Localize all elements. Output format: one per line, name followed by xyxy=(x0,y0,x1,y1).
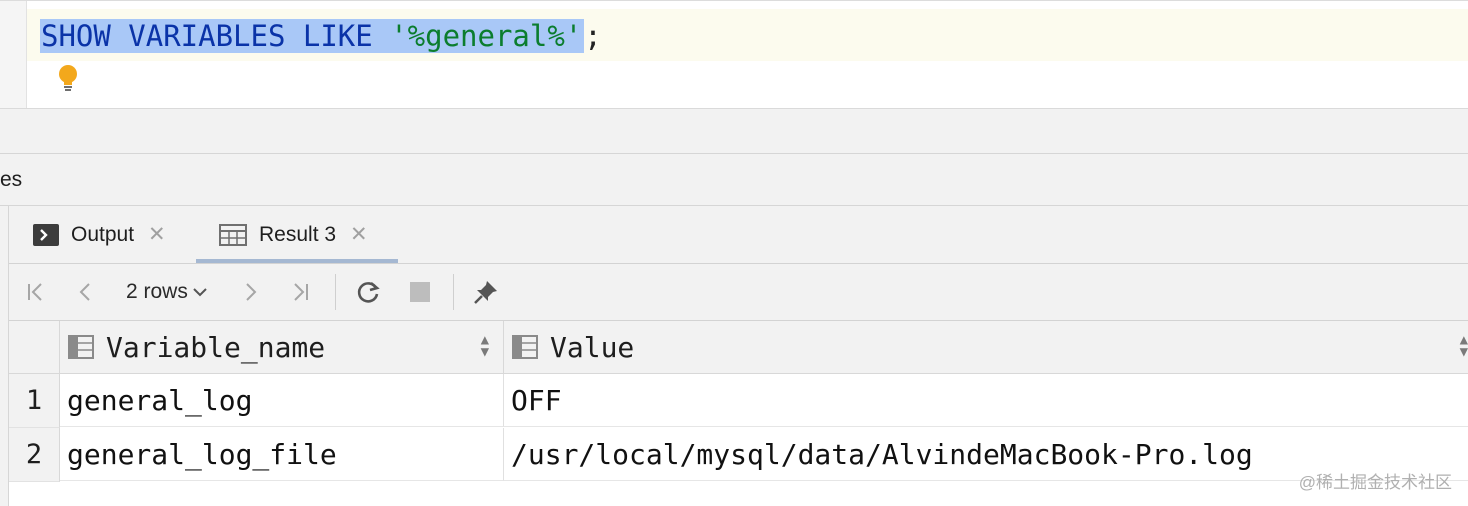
row-number[interactable]: 1 xyxy=(9,374,60,428)
console-icon xyxy=(33,223,59,246)
previous-page-icon[interactable] xyxy=(73,278,99,306)
column-icon xyxy=(512,335,538,359)
table-cell[interactable]: OFF xyxy=(504,374,1468,427)
table-cell[interactable]: general_log xyxy=(60,374,504,427)
column-icon xyxy=(68,335,94,359)
sort-icon[interactable]: ▲ ▼ xyxy=(481,333,489,359)
editor-gutter xyxy=(0,1,27,109)
tab-result-3[interactable]: Result 3 ✕ xyxy=(219,206,368,263)
chevron-down-icon xyxy=(192,286,208,298)
watermark: @稀土掘金技术社区 xyxy=(1298,473,1452,492)
close-icon[interactable]: ✕ xyxy=(350,222,368,247)
active-tab-indicator xyxy=(196,259,398,263)
row-number-header xyxy=(9,321,60,374)
results-tab-bar: Output ✕ Result 3 ✕ xyxy=(9,206,1468,264)
pin-icon[interactable] xyxy=(471,278,501,306)
rows-count-label: 2 rows xyxy=(126,280,188,303)
first-page-icon[interactable] xyxy=(23,278,49,306)
toolbar-separator xyxy=(335,274,336,310)
sql-editor[interactable]: SHOW VARIABLES LIKE '%general%'; xyxy=(0,0,1468,109)
sort-icon[interactable]: ▲ ▼ xyxy=(1460,333,1468,359)
tab-result-label: Result 3 xyxy=(259,222,337,246)
sql-keywords: SHOW VARIABLES LIKE xyxy=(41,19,373,53)
table-icon xyxy=(219,223,247,246)
refresh-icon[interactable] xyxy=(353,278,383,306)
sql-string-literal: '%general%' xyxy=(390,19,583,53)
stop-icon[interactable] xyxy=(406,278,434,306)
lightbulb-icon[interactable] xyxy=(54,63,82,93)
column-header-label: Variable_name xyxy=(106,330,326,364)
rows-count-dropdown[interactable]: 2 rows xyxy=(126,278,208,306)
sql-statement[interactable]: SHOW VARIABLES LIKE '%general%'; xyxy=(40,13,602,59)
table-cell[interactable]: general_log_file xyxy=(60,428,504,481)
tool-window-edge xyxy=(0,206,9,506)
panel-separator xyxy=(0,108,1468,154)
tab-output[interactable]: Output ✕ xyxy=(33,206,166,263)
tab-output-label: Output xyxy=(71,222,135,246)
next-page-icon[interactable] xyxy=(237,278,263,306)
sql-terminator: ; xyxy=(584,19,602,53)
toolbar-separator xyxy=(453,274,454,310)
close-icon[interactable]: ✕ xyxy=(148,222,166,247)
text-selection: SHOW VARIABLES LIKE '%general%' xyxy=(40,19,585,53)
last-page-icon[interactable] xyxy=(287,278,313,306)
result-grid: Variable_name ▲ ▼ Value ▲ ▼ 1 general_log … xyxy=(9,321,1468,506)
result-toolbar: 2 rows xyxy=(9,264,1468,321)
column-header-label: Value xyxy=(550,330,635,364)
column-header-variable-name[interactable]: Variable_name ▲ ▼ xyxy=(60,321,504,374)
column-header-value[interactable]: Value ▲ ▼ xyxy=(504,321,1468,374)
row-number[interactable]: 2 xyxy=(9,428,60,482)
services-panel-label: es xyxy=(0,168,23,191)
